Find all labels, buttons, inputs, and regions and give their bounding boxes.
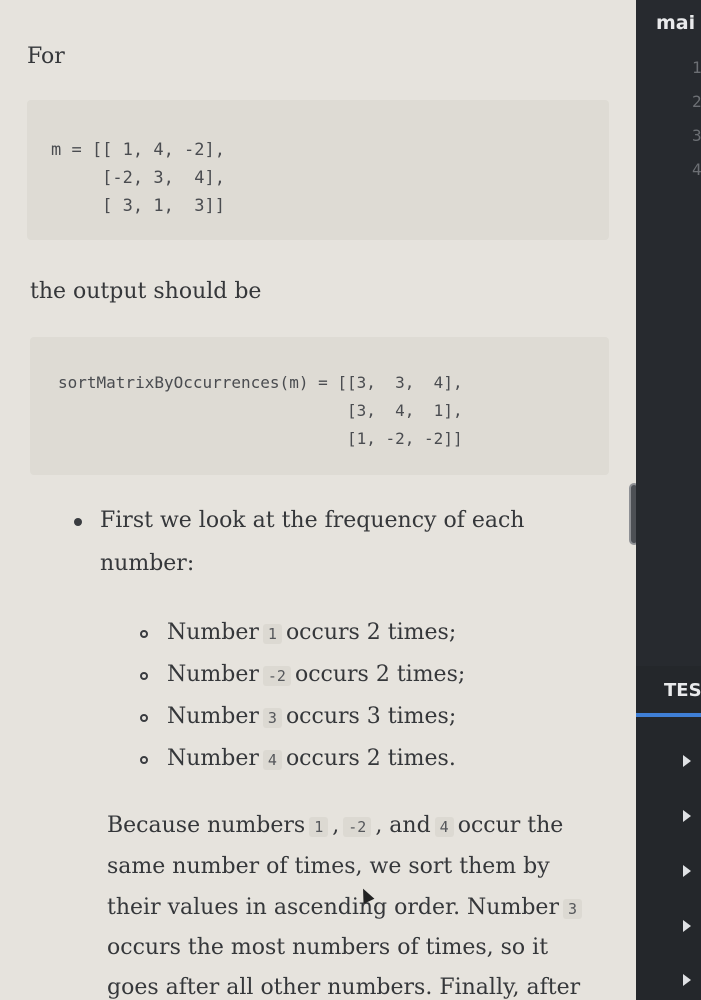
explanation-line-2: same number of times, we sort them by	[107, 854, 550, 879]
line-number: 3	[692, 126, 701, 145]
occurrence-item: Number 4 occurs 2 times.	[167, 746, 456, 771]
sub-bullet-circle	[140, 714, 148, 722]
output-code-line-3: [1, -2, -2]]	[58, 429, 463, 448]
explanation-line-5: goes after all other numbers. Finally, a…	[107, 975, 581, 1000]
occurrence-item: Number -2 occurs 2 times;	[167, 662, 466, 687]
expand-arrow-icon[interactable]	[683, 810, 691, 822]
sub-bullet-circle	[140, 630, 148, 638]
line-number: 2	[692, 92, 701, 111]
tests-tab-underline	[636, 713, 701, 717]
output-code-line-2: [3, 4, 1],	[58, 401, 463, 420]
input-code-line-3: [ 3, 1, 3]]	[51, 196, 225, 216]
expand-arrow-icon[interactable]	[683, 865, 691, 877]
editor-pane: mai 1 2 3 4 TES	[636, 0, 701, 1000]
sub-bullet-circle	[140, 756, 148, 764]
sub-bullet-circle	[140, 672, 148, 680]
editor-tab-title[interactable]: mai	[656, 12, 695, 34]
expand-arrow-icon[interactable]	[683, 920, 691, 932]
explanation-line-3: their values in ascending order. Number 3	[107, 895, 586, 920]
description-panel: For m = [[ 1, 4, -2], [-2, 3, 4], [ 3, 1…	[0, 0, 636, 1000]
bullet-dot	[74, 518, 82, 526]
line-number: 4	[692, 160, 701, 179]
explanation-line-4: occurs the most numbers of times, so it	[107, 935, 549, 960]
output-code-line-1: sortMatrixByOccurrences(m) = [[3, 3, 4],	[58, 373, 463, 392]
occurrence-item: Number 3 occurs 3 times;	[167, 704, 457, 729]
tests-tab-title[interactable]: TES	[664, 680, 701, 701]
bullet-text-line-2: number:	[100, 551, 195, 576]
input-code-line-2: [-2, 3, 4],	[51, 168, 225, 188]
output-code-block: sortMatrixByOccurrences(m) = [[3, 3, 4],…	[30, 337, 609, 475]
expand-arrow-icon[interactable]	[683, 755, 691, 767]
input-code-block: m = [[ 1, 4, -2], [-2, 3, 4], [ 3, 1, 3]…	[27, 100, 609, 240]
output-intro-text: the output should be	[30, 279, 262, 304]
expand-arrow-icon[interactable]	[683, 974, 691, 986]
intro-text: For	[27, 44, 65, 69]
occurrence-item: Number 1 occurs 2 times;	[167, 620, 457, 645]
input-code-line-1: m = [[ 1, 4, -2],	[51, 140, 225, 160]
line-number: 1	[692, 58, 701, 77]
bullet-text-line-1: First we look at the frequency of each	[100, 508, 525, 533]
explanation-line-1: Because numbers 1, -2, and 4 occur the	[107, 813, 564, 838]
